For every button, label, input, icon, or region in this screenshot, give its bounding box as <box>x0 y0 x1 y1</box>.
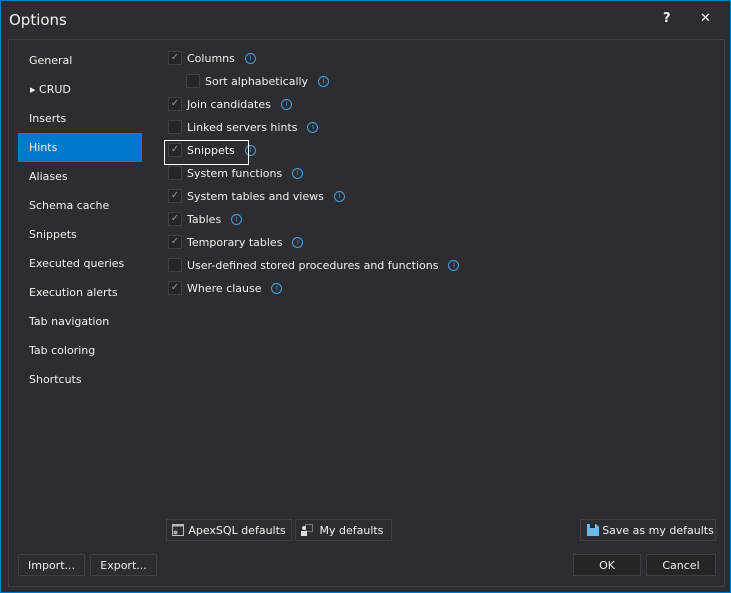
sidebar-item-label: General <box>29 54 73 67</box>
sidebar-item-inserts[interactable]: Inserts <box>18 104 142 133</box>
sidebar-item-hints[interactable]: Hints <box>18 133 142 162</box>
checkbox[interactable] <box>168 166 182 180</box>
help-button[interactable]: ? <box>663 11 671 26</box>
cancel-button[interactable]: Cancel <box>646 554 716 576</box>
my-defaults-label: My defaults <box>319 523 384 537</box>
hint-option[interactable]: ✓ Join candidates i <box>168 96 292 112</box>
hint-label: Where clause <box>187 281 262 295</box>
hint-label: System functions <box>187 166 283 180</box>
info-icon[interactable]: i <box>307 121 319 133</box>
close-button[interactable]: ✕ <box>700 11 711 26</box>
window-gear-icon <box>172 524 184 536</box>
sidebar-item-label: Execution alerts <box>29 286 118 299</box>
checkbox[interactable]: ✓ <box>168 189 182 203</box>
info-icon[interactable]: i <box>318 75 330 87</box>
sidebar-item-shortcuts[interactable]: Shortcuts <box>18 365 142 394</box>
info-icon[interactable]: i <box>231 213 243 225</box>
sidebar-item-label: CRUD <box>39 83 71 96</box>
dialog-title: Options <box>9 11 67 29</box>
sidebar-item-crud[interactable]: ▸ CRUD <box>18 75 142 104</box>
save-icon <box>587 524 599 536</box>
sidebar-item-label: Tab navigation <box>29 315 110 328</box>
hint-option[interactable]: System functions i <box>168 165 304 181</box>
hint-label: Tables <box>187 212 222 226</box>
options-panel: General ▸ CRUD Inserts Hints Aliases Schema c… <box>8 39 725 587</box>
ok-button[interactable]: OK <box>573 554 641 576</box>
sidebar-item-label: Inserts <box>29 112 67 125</box>
sidebar-item-label: Aliases <box>29 170 68 183</box>
info-icon[interactable]: i <box>280 98 292 110</box>
sidebar-item-general[interactable]: General <box>18 46 142 75</box>
sidebar-item-snippets[interactable]: Snippets <box>18 220 142 249</box>
checkbox[interactable]: ✓ <box>168 281 182 295</box>
sidebar-item-label: Tab coloring <box>29 344 96 357</box>
checkbox[interactable]: ✓ <box>168 235 182 249</box>
sidebar-item-execution-alerts[interactable]: Execution alerts <box>18 278 142 307</box>
save-defaults-label: Save as my defaults <box>602 523 714 537</box>
sidebar-item-label: Hints <box>29 141 58 154</box>
checkbox[interactable] <box>186 74 200 88</box>
hint-label: Sort alphabetically <box>205 74 309 88</box>
info-icon[interactable]: i <box>271 282 283 294</box>
sidebar-item-label: Schema cache <box>29 199 110 212</box>
sidebar-item-schema-cache[interactable]: Schema cache <box>18 191 142 220</box>
hint-label: Join candidates <box>187 97 271 111</box>
hint-label: Linked servers hints <box>187 120 298 134</box>
hint-option[interactable]: ✓ Columns i <box>168 50 256 66</box>
sidebar-item-label: Snippets <box>29 228 77 241</box>
sidebar-item-label: Shortcuts <box>29 373 82 386</box>
hint-option[interactable]: User-defined stored procedures and funct… <box>168 257 460 273</box>
sidebar-item-executed-queries[interactable]: Executed queries <box>18 249 142 278</box>
checkbox[interactable]: ✓ <box>168 51 182 65</box>
info-icon[interactable]: i <box>292 236 304 248</box>
info-icon[interactable]: i <box>333 190 345 202</box>
hint-label: User-defined stored procedures and funct… <box>187 258 439 272</box>
info-icon[interactable]: i <box>244 52 256 64</box>
info-icon[interactable]: i <box>448 259 460 271</box>
export-button[interactable]: Export... <box>90 554 157 576</box>
hint-option[interactable]: ✓ Tables i <box>168 211 243 227</box>
hint-option[interactable]: Sort alphabetically i <box>186 73 330 89</box>
hint-option[interactable]: ✓ System tables and views i <box>168 188 345 204</box>
sidebar-item-tab-coloring[interactable]: Tab coloring <box>18 336 142 365</box>
sidebar-item-label: Executed queries <box>29 257 125 270</box>
hint-option[interactable]: Linked servers hints i <box>168 119 319 135</box>
save-as-my-defaults-button[interactable]: Save as my defaults <box>580 519 716 541</box>
hint-label: System tables and views <box>187 189 324 203</box>
info-icon[interactable]: i <box>292 167 304 179</box>
checkbox[interactable]: ✓ <box>168 97 182 111</box>
checkbox[interactable]: ✓ <box>168 212 182 226</box>
user-defaults-icon <box>301 524 313 536</box>
sidebar-item-tab-navigation[interactable]: Tab navigation <box>18 307 142 336</box>
hint-option[interactable]: ✓ Where clause i <box>168 280 283 296</box>
focus-rectangle <box>164 140 249 165</box>
sidebar-item-aliases[interactable]: Aliases <box>18 162 142 191</box>
import-button[interactable]: Import... <box>18 554 85 576</box>
apexsql-defaults-button[interactable]: ApexSQL defaults <box>166 519 292 541</box>
hint-label: Columns <box>187 51 235 65</box>
hint-option[interactable]: ✓ Temporary tables i <box>168 234 304 250</box>
expand-arrow-icon[interactable]: ▸ <box>30 83 39 96</box>
checkbox[interactable] <box>168 258 182 272</box>
apexsql-defaults-label: ApexSQL defaults <box>188 523 286 537</box>
options-dialog: Options ? ✕ General ▸ CRUD Inserts Hints Ali… <box>0 0 731 593</box>
my-defaults-button[interactable]: My defaults <box>295 519 392 541</box>
hint-label: Temporary tables <box>187 235 283 249</box>
checkbox[interactable] <box>168 120 182 134</box>
